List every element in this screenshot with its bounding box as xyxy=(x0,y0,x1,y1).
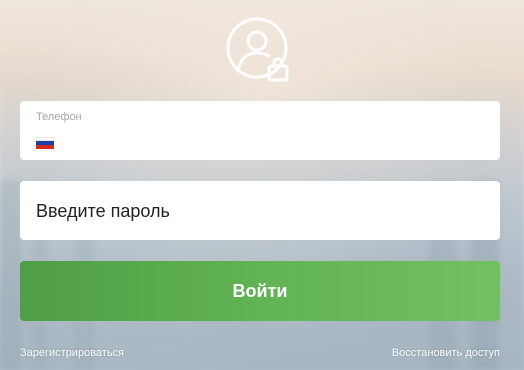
phone-label: Телефон xyxy=(36,111,82,123)
phone-input[interactable] xyxy=(62,131,486,155)
login-button[interactable]: Войти xyxy=(20,261,500,321)
russia-flag-icon[interactable] xyxy=(36,137,54,149)
phone-field[interactable]: Телефон xyxy=(20,101,500,160)
restore-access-link[interactable]: Восстановить доступ xyxy=(392,347,500,359)
user-lock-icon xyxy=(226,17,292,83)
password-field[interactable] xyxy=(20,181,500,240)
password-input[interactable] xyxy=(36,199,476,223)
register-link[interactable]: Зарегистрироваться xyxy=(20,347,124,359)
